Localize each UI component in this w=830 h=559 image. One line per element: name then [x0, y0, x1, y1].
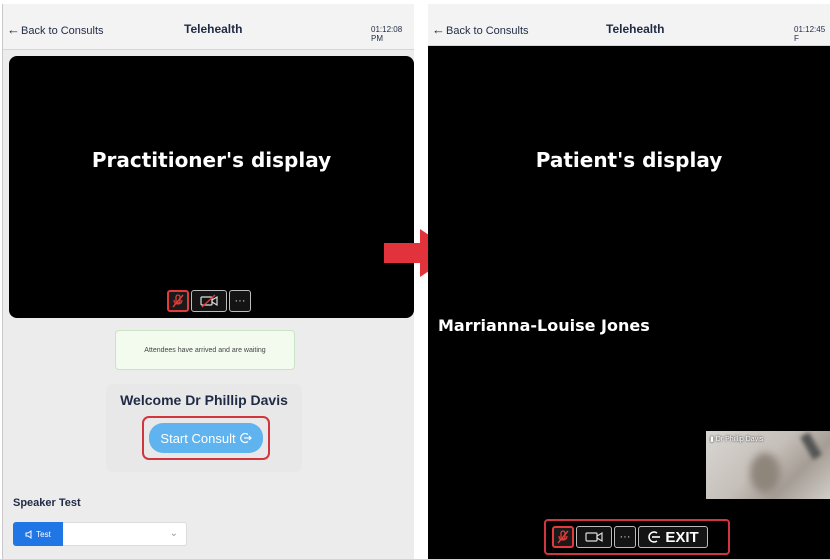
page-title: Telehealth	[184, 22, 243, 36]
clock: 01:12:45 F	[794, 25, 826, 43]
call-controls: ···	[167, 290, 251, 312]
back-to-consults-link[interactable]: ←Back to Consults	[7, 22, 104, 37]
display-caption: Practitioner's display	[91, 148, 332, 172]
test-speaker-button[interactable]: Test	[13, 522, 63, 546]
speaker-test-row: Test ⌄	[13, 522, 187, 546]
exit-label: EXIT	[665, 528, 699, 546]
back-arrow-icon: ←	[432, 22, 445, 37]
self-view-label: ▮ Dr Phillip Davis	[710, 435, 763, 443]
more-options-button[interactable]: ···	[229, 290, 251, 312]
camera-toggle-button[interactable]	[191, 290, 227, 312]
controls-highlight: ··· EXIT	[544, 519, 730, 555]
back-label: Back to Consults	[21, 25, 104, 37]
exit-button[interactable]: EXIT	[638, 526, 708, 548]
mic-muted-icon	[172, 294, 184, 308]
start-consult-button[interactable]: Start Consult	[149, 423, 263, 453]
video-person	[750, 453, 780, 493]
self-view-name: Dr Phillip Davis	[715, 436, 764, 443]
speaker-select[interactable]: ⌄	[63, 522, 187, 546]
patient-panel: ←Back to Consults Telehealth 01:12:45 F …	[428, 4, 830, 559]
welcome-card: Welcome Dr Phillip Davis Start Consult	[106, 384, 302, 472]
camera-button[interactable]	[576, 526, 612, 548]
mic-muted-icon	[557, 530, 569, 544]
back-label: Back to Consults	[446, 25, 529, 37]
mute-button[interactable]	[167, 290, 189, 312]
start-consult-label: Start Consult	[160, 430, 236, 446]
call-controls: ··· EXIT	[552, 526, 708, 548]
speaker-icon	[25, 529, 32, 539]
mute-button[interactable]	[552, 526, 574, 548]
display-caption: Patient's display	[535, 148, 723, 172]
screenshot-composite: ←Back to Consults Telehealth 01:12:08 PM…	[0, 0, 830, 559]
page-title: Telehealth	[606, 22, 665, 36]
start-consult-highlight: Start Consult	[142, 416, 270, 460]
test-label: Test	[36, 529, 51, 539]
clock: 01:12:08 PM	[371, 25, 403, 43]
welcome-heading: Welcome Dr Phillip Davis	[120, 392, 288, 408]
participant-name: Marrianna-Louise Jones	[438, 316, 650, 335]
practitioner-video: Practitioner's display ···	[9, 56, 414, 318]
more-icon: ···	[234, 295, 246, 307]
start-icon	[239, 432, 252, 444]
camera-icon	[585, 531, 603, 543]
practitioner-panel: ←Back to Consults Telehealth 01:12:08 PM…	[2, 4, 414, 559]
more-options-button[interactable]: ···	[614, 526, 636, 548]
speaker-test-title: Speaker Test	[13, 497, 81, 509]
waiting-notice: Attendees have arrived and are waiting	[115, 330, 295, 370]
camera-off-icon	[200, 294, 218, 308]
back-arrow-icon: ←	[7, 22, 20, 37]
more-icon: ···	[619, 531, 631, 543]
top-bar: ←Back to Consults Telehealth 01:12:45 F	[428, 4, 830, 46]
top-bar: ←Back to Consults Telehealth 01:12:08 PM	[3, 4, 414, 50]
back-to-consults-link[interactable]: ←Back to Consults	[432, 22, 529, 37]
exit-icon	[648, 531, 661, 543]
chevron-down-icon: ⌄	[169, 528, 178, 539]
video-hand	[800, 432, 822, 460]
self-view-video: ▮ Dr Phillip Davis	[706, 431, 830, 499]
